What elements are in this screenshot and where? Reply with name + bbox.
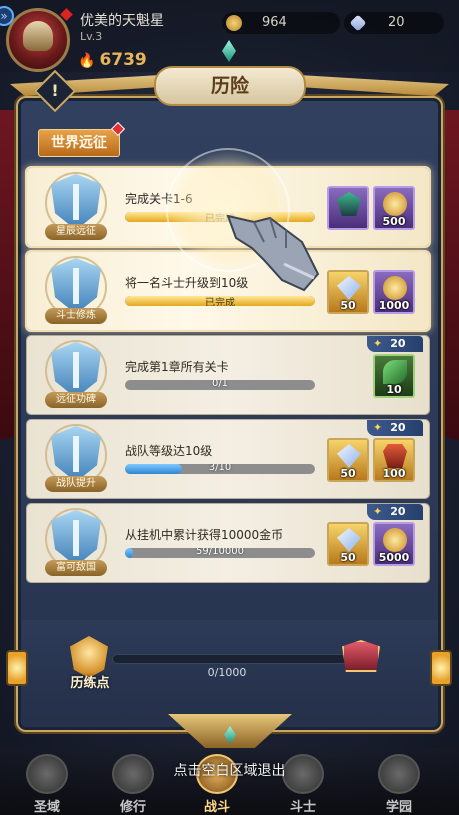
tab-world-expedition[interactable]: 世界远征 bbox=[38, 129, 120, 157]
quest-badge-label: 斗士修炼 bbox=[45, 308, 107, 324]
reward-item[interactable]: 10 bbox=[373, 354, 415, 398]
quest-badge-label: 战队提升 bbox=[45, 476, 107, 492]
reward-item[interactable]: 50 bbox=[327, 438, 369, 482]
reward-item[interactable]: 500 bbox=[373, 186, 415, 230]
player-name: 优美的天魁星 bbox=[80, 13, 164, 29]
reward-item[interactable]: 5000 bbox=[373, 522, 415, 566]
gold-counter[interactable]: 964 bbox=[222, 12, 340, 34]
star-icon: ✦ bbox=[373, 337, 383, 350]
gold-coin-icon bbox=[383, 192, 407, 216]
quest-progress-text: 已完成 bbox=[205, 298, 235, 306]
lantern-right-icon bbox=[430, 650, 452, 686]
quest-badge: 斗士修炼 bbox=[41, 256, 111, 326]
reward-item[interactable]: 50 bbox=[327, 522, 369, 566]
quest-progress-bar: 0/1 bbox=[125, 380, 315, 390]
reward-item[interactable]: 100 bbox=[373, 438, 415, 482]
gem-value: 20 bbox=[388, 15, 405, 30]
reward-item[interactable] bbox=[327, 186, 369, 230]
quest-rewards: 10 bbox=[373, 354, 419, 398]
quest-progress-text: 0/1 bbox=[211, 380, 229, 389]
reward-qty: 100 bbox=[382, 467, 406, 480]
reward-qty: 10 bbox=[386, 383, 402, 396]
combat-power-value: 6739 bbox=[99, 50, 147, 70]
armor-icon bbox=[383, 444, 407, 468]
quest-rewards: 50 100 bbox=[327, 438, 419, 482]
diamond-icon bbox=[337, 444, 361, 468]
diamond-icon bbox=[337, 528, 361, 552]
quest-title: 完成第1章所有关卡 bbox=[125, 360, 229, 374]
drill-progress-text: 0/1000 bbox=[207, 666, 247, 679]
quest-badge-label: 富可敌国 bbox=[45, 560, 107, 576]
reward-qty: 50 bbox=[340, 467, 356, 480]
quest-badge: 战队提升 bbox=[41, 424, 111, 494]
info-icon: ! bbox=[51, 81, 59, 100]
drill-points-badge: 历练点 bbox=[58, 636, 122, 692]
gold-coin-icon bbox=[226, 15, 242, 31]
flame-icon: 🔥 bbox=[78, 53, 96, 69]
bottom-nav: 圣域 修行 战斗 斗士 学园 bbox=[0, 748, 459, 815]
quest-progress-bar: 已完成 bbox=[125, 296, 315, 306]
quest-badge-label: 星辰远征 bbox=[45, 224, 107, 240]
player-avatar[interactable] bbox=[6, 8, 70, 72]
helmet-icon bbox=[337, 192, 361, 216]
drill-progress-bar bbox=[112, 654, 350, 664]
reward-item[interactable]: 1000 bbox=[373, 270, 415, 314]
quest-row[interactable]: 远征功碑 完成第1章所有关卡 0/1 ✦ 20 10 bbox=[27, 336, 429, 414]
diamond-icon bbox=[337, 276, 361, 300]
combat-power: 🔥 6739 bbox=[78, 50, 147, 70]
nav-label: 斗士 bbox=[289, 800, 316, 815]
reward-qty: 1000 bbox=[378, 299, 410, 312]
reward-qty: 5000 bbox=[378, 551, 410, 564]
gem-counter[interactable]: 20 bbox=[344, 12, 444, 34]
exit-hint[interactable]: 点击空白区域退出 bbox=[0, 760, 459, 780]
pointer-hand-icon bbox=[226, 214, 320, 292]
quest-badge: 星辰远征 bbox=[41, 172, 111, 242]
reward-qty: 500 bbox=[382, 215, 406, 228]
reward-item[interactable]: 50 bbox=[327, 270, 369, 314]
star-icon: ✦ bbox=[373, 505, 383, 518]
quest-row[interactable]: 战队提升 战队等级达10级 3/10 ✦ 20 50 100 bbox=[27, 420, 429, 498]
gold-coin-icon bbox=[383, 276, 407, 300]
quest-points: ✦ 20 bbox=[367, 420, 423, 436]
quest-rewards: 500 bbox=[327, 186, 419, 230]
nav-label: 学园 bbox=[385, 800, 412, 815]
drill-reward-chest[interactable] bbox=[342, 640, 380, 672]
quest-rewards: 50 1000 bbox=[327, 270, 419, 314]
quest-points-value: 20 bbox=[390, 337, 406, 350]
quest-points-value: 20 bbox=[390, 421, 406, 434]
player-level: Lv.3 bbox=[80, 30, 103, 43]
panel-title: 历险 bbox=[154, 66, 306, 106]
quest-title: 从挂机中累计获得10000金币 bbox=[125, 528, 284, 542]
nav-label: 战斗 bbox=[203, 800, 230, 815]
quest-progress-bar: 59/10000 bbox=[125, 548, 315, 558]
quest-title: 战队等级达10级 bbox=[125, 444, 213, 458]
avatar-helmet-icon bbox=[23, 21, 53, 51]
quest-progress-text: 59/10000 bbox=[196, 548, 244, 557]
gold-coin-icon bbox=[383, 528, 407, 552]
quest-badge: 远征功碑 bbox=[41, 340, 111, 410]
quest-badge-label: 远征功碑 bbox=[45, 392, 107, 408]
quest-row[interactable]: 富可敌国 从挂机中累计获得10000金币 59/10000 ✦ 20 50 500… bbox=[27, 504, 429, 582]
quest-progress-text: 3/10 bbox=[208, 464, 232, 473]
diamond-icon bbox=[349, 14, 367, 32]
quest-badge: 富可敌国 bbox=[41, 508, 111, 578]
quest-rewards: 50 5000 bbox=[327, 522, 419, 566]
quest-points: ✦ 20 bbox=[367, 504, 423, 520]
star-icon: ✦ bbox=[373, 421, 383, 434]
reward-qty: 50 bbox=[340, 299, 356, 312]
reward-qty: 50 bbox=[340, 551, 356, 564]
quest-points: ✦ 20 bbox=[367, 336, 423, 352]
lantern-left-icon bbox=[6, 650, 28, 686]
quest-points-value: 20 bbox=[390, 505, 406, 518]
leaf-icon bbox=[383, 360, 407, 384]
nav-label: 修行 bbox=[119, 800, 146, 815]
quest-progress-bar: 3/10 bbox=[125, 464, 315, 474]
nav-label: 圣域 bbox=[33, 800, 60, 815]
gold-value: 964 bbox=[262, 15, 287, 30]
